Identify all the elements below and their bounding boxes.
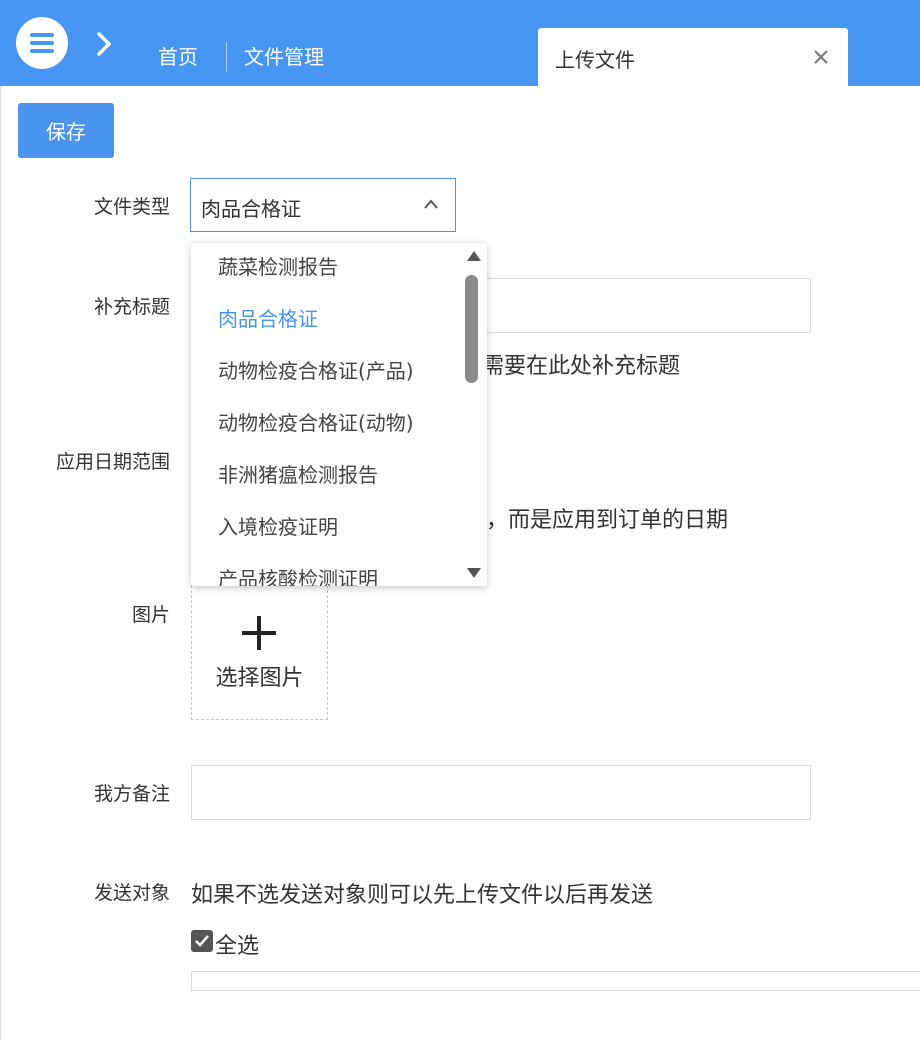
nav-divider	[226, 42, 227, 72]
title-label: 补充标题	[93, 296, 170, 318]
remark-label: 我方备注	[93, 783, 170, 805]
tab-label: 上传文件	[555, 48, 635, 72]
select-all-label: 全选	[215, 934, 260, 959]
nav-item-home[interactable]: 首页	[158, 44, 198, 70]
send-target-list	[191, 971, 920, 991]
date-range-label: 应用日期范围	[55, 451, 170, 473]
file-type-select[interactable]: 肉品合格证	[190, 178, 456, 232]
scroll-down-arrow-icon[interactable]	[466, 567, 482, 579]
chevron-right-icon[interactable]	[94, 30, 114, 58]
dropdown-option[interactable]: 非洲猪瘟检测报告	[218, 463, 378, 487]
top-bar: 首页 文件管理 上传文件	[0, 0, 920, 86]
file-type-value: 肉品合格证	[201, 197, 301, 221]
title-input[interactable]	[450, 278, 811, 333]
dropdown-scrollbar[interactable]	[461, 243, 487, 586]
menu-button[interactable]	[16, 17, 68, 69]
image-label: 图片	[131, 604, 170, 626]
dropdown-option-selected[interactable]: 肉品合格证	[218, 307, 318, 331]
close-icon[interactable]	[812, 48, 830, 66]
save-button[interactable]: 保存	[18, 103, 114, 158]
file-type-label: 文件类型	[93, 196, 170, 218]
title-hint: 需要在此处补充标题	[482, 354, 681, 379]
dropdown-option[interactable]: 入境检疫证明	[218, 515, 338, 539]
tab-upload-file[interactable]: 上传文件	[538, 28, 848, 86]
send-target-hint: 如果不选发送对象则可以先上传文件以后再发送	[191, 883, 654, 908]
dropdown-option[interactable]: 动物检疫合格证(动物)	[218, 411, 414, 435]
select-all-checkbox[interactable]	[191, 930, 213, 952]
nav-item-file-management[interactable]: 文件管理	[244, 44, 324, 70]
file-type-dropdown: 蔬菜检测报告 肉品合格证 动物检疫合格证(产品) 动物检疫合格证(动物) 非洲猪…	[191, 243, 487, 586]
checkmark-icon	[195, 935, 209, 947]
image-upload-button[interactable]: 选择图片	[191, 585, 328, 720]
chevron-up-icon	[424, 199, 438, 209]
dropdown-option[interactable]: 动物检疫合格证(产品)	[218, 359, 414, 383]
scroll-up-arrow-icon[interactable]	[466, 250, 482, 262]
remark-input[interactable]	[191, 765, 811, 820]
send-target-label: 发送对象	[93, 882, 170, 904]
plus-icon	[242, 616, 276, 650]
scrollbar-thumb[interactable]	[465, 275, 478, 383]
left-border	[0, 86, 1, 1040]
upload-text: 选择图片	[215, 666, 304, 691]
dropdown-option[interactable]: 蔬菜检测报告	[218, 255, 338, 279]
date-range-hint: 期，而是应用到订单的日期	[464, 508, 729, 533]
dropdown-option[interactable]: 产品核酸检测证明	[218, 567, 378, 586]
